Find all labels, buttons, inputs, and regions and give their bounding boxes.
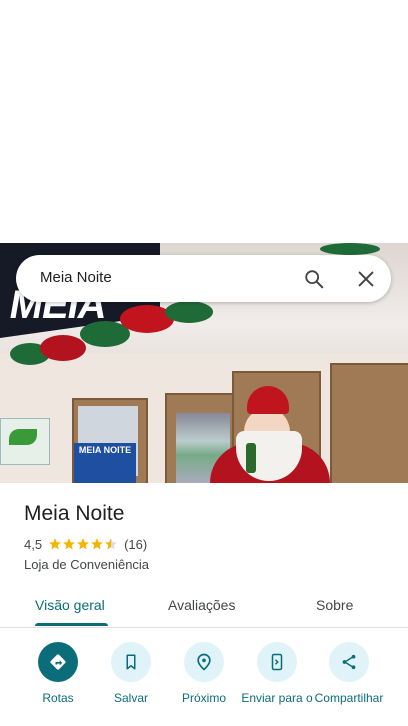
share-icon — [342, 654, 356, 670]
send-to-phone-icon — [271, 653, 283, 671]
promo-sign — [0, 418, 50, 465]
nearby-icon — [197, 653, 211, 671]
place-title: Meia Noite — [24, 502, 125, 525]
send-to-phone-button[interactable]: Enviar para o — [240, 642, 314, 705]
tab-about[interactable]: Sobre — [316, 597, 353, 613]
bookmark-icon — [126, 654, 136, 670]
directions-label: Rotas — [42, 691, 74, 705]
directions-button[interactable]: Rotas — [21, 642, 95, 705]
search-input[interactable]: Meia Noite — [40, 269, 112, 286]
place-tabs: Visão geral Avaliações Sobre — [0, 590, 408, 628]
search-bar[interactable]: Meia Noite — [16, 255, 391, 302]
tab-reviews[interactable]: Avaliações — [168, 597, 235, 613]
star-icon — [91, 538, 103, 550]
share-label: Compartilhar — [314, 691, 384, 705]
nearby-button[interactable]: Próximo — [167, 642, 241, 705]
directions-icon — [50, 654, 66, 670]
send-to-phone-label: Enviar para o — [241, 691, 313, 705]
star-icon — [49, 538, 61, 550]
star-icon — [77, 538, 89, 550]
search-icon[interactable] — [303, 268, 325, 290]
save-label: Salvar — [113, 691, 148, 705]
tab-active-indicator — [35, 623, 108, 626]
review-count[interactable]: (16) — [124, 537, 147, 552]
star-half-icon — [105, 538, 117, 550]
tab-overview[interactable]: Visão geral — [35, 597, 105, 613]
save-button[interactable]: Salvar — [94, 642, 168, 705]
nearby-label: Próximo — [181, 691, 226, 705]
share-button[interactable]: Compartilhar — [312, 642, 386, 705]
store-banner: MEIA NOITE — [74, 443, 136, 483]
place-category: Loja de Conveniência — [24, 557, 150, 572]
map-blank-area — [0, 0, 408, 243]
rating-value: 4,5 — [24, 536, 43, 552]
rating-stars — [48, 537, 118, 551]
star-icon — [63, 538, 75, 550]
close-icon[interactable] — [355, 268, 377, 290]
rating-row[interactable]: 4,5 (16) — [24, 536, 147, 552]
